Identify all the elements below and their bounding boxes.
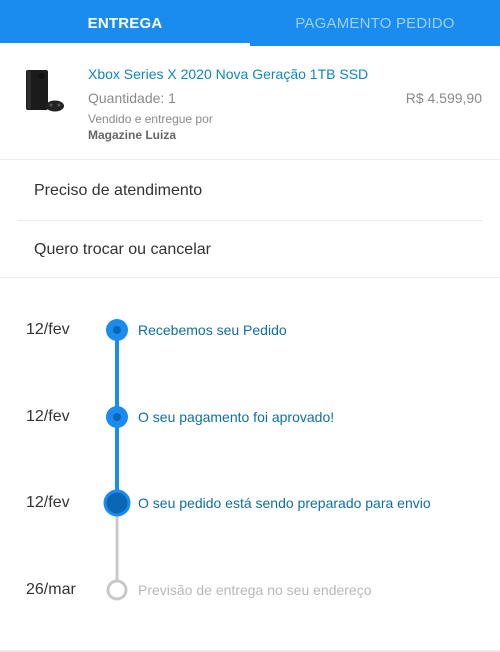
seller-name: Magazine Luiza [88, 128, 177, 142]
step-label: O seu pagamento foi aprovado! [138, 409, 335, 425]
sold-by-label: Vendido e entregue por [88, 112, 213, 126]
tab-payment[interactable]: PAGAMENTO PEDIDO [250, 0, 500, 46]
product-title[interactable]: Xbox Series X 2020 Nova Geração 1TB SSD [88, 66, 368, 82]
step-label: O seu pedido está sendo preparado para e… [138, 495, 431, 511]
step-date: 12/fev [26, 321, 70, 338]
product-quantity: Quantidade: 1 [88, 90, 176, 106]
support-label: Preciso de atendimento [34, 182, 203, 199]
tab-bar: ENTREGA PAGAMENTO PEDIDO [0, 0, 500, 46]
step-3-dot [103, 489, 131, 517]
exchange-cancel-button[interactable]: Quero trocar ou cancelar [17, 221, 483, 279]
step-date: 26/mar [26, 581, 76, 598]
step-date: 12/fev [26, 408, 70, 425]
step-2-dot-center [113, 413, 121, 421]
support-button[interactable]: Preciso de atendimento [17, 162, 483, 221]
step-date: 12/fev [26, 494, 70, 511]
step-4-dot [106, 579, 128, 601]
exchange-cancel-label: Quero trocar ou cancelar [34, 241, 211, 258]
step-1-dot-center [113, 326, 121, 334]
step-label-pending: Previsão de entrega no seu endereço [138, 582, 372, 598]
tab-delivery[interactable]: ENTREGA [0, 0, 250, 46]
product-price: R$ 4.599,90 [405, 90, 482, 106]
step-label: Recebemos seu Pedido [138, 322, 287, 338]
console-image [26, 70, 64, 112]
